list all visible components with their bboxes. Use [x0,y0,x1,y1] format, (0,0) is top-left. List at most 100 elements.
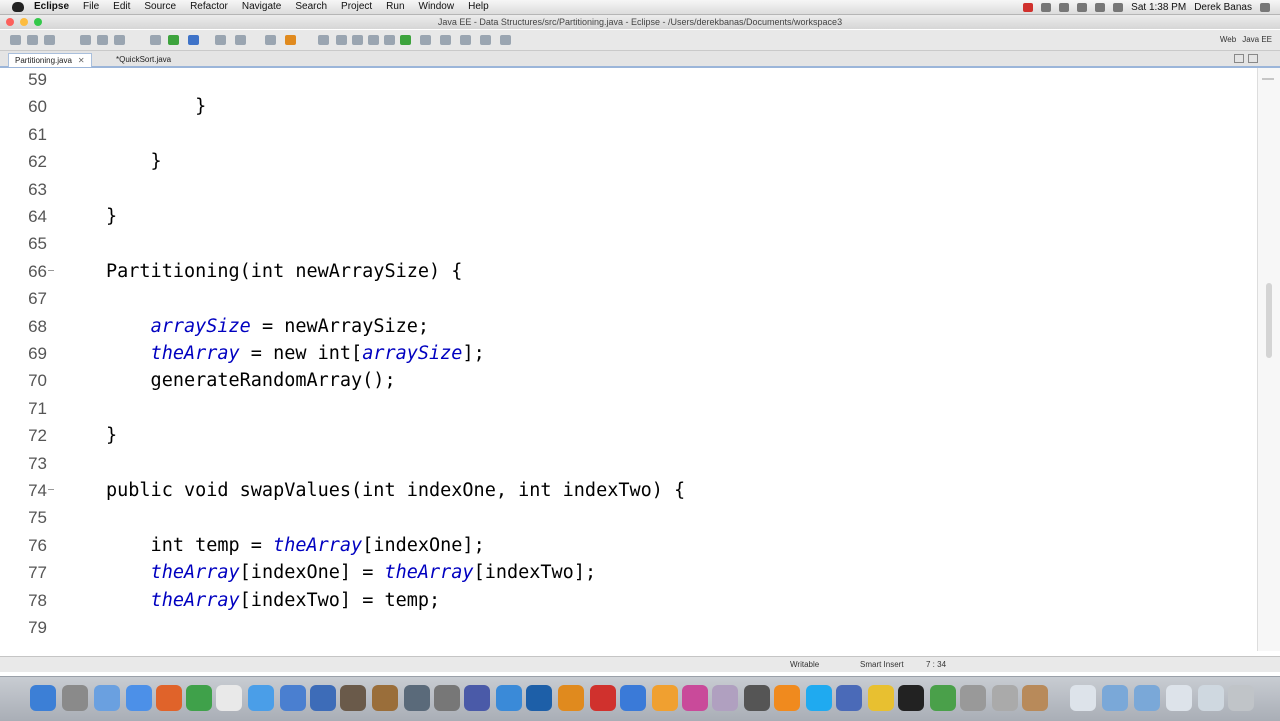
app-icon[interactable] [682,685,708,711]
new-class-icon[interactable] [215,35,226,45]
external-tools-icon[interactable] [188,35,199,45]
tab-quicksort[interactable]: *QuickSort.java [110,53,177,66]
code-line[interactable]: 78 theArray[indexTwo] = temp; [0,587,1240,614]
search-icon[interactable] [318,35,329,45]
menu-help[interactable]: Help [468,0,489,14]
app-icon[interactable] [94,685,120,711]
code-text[interactable]: Partitioning(int newArraySize) { [106,258,462,285]
menu-app-name[interactable]: Eclipse [34,0,69,14]
code-line[interactable]: 76 int temp = theArray[indexOne]; [0,532,1240,559]
code-line[interactable]: 77 theArray[indexOne] = theArray[indexTw… [0,559,1240,586]
overview-marker[interactable] [1262,78,1274,80]
app-icon[interactable] [744,685,770,711]
toolbar-icon[interactable] [384,35,395,45]
vertical-scrollbar-thumb[interactable] [1266,283,1272,358]
eclipse-icon[interactable] [464,685,490,711]
code-line[interactable]: 62 } [0,148,1240,175]
app-store-icon[interactable] [280,685,306,711]
app-icon[interactable] [620,685,646,711]
folder-icon[interactable] [1134,685,1160,711]
toolbar-icon[interactable] [97,35,108,45]
safari-icon[interactable] [126,685,152,711]
code-line[interactable]: 67 [0,285,1240,312]
code-text[interactable]: generateRandomArray(); [106,367,396,394]
record-icon[interactable] [1023,2,1034,12]
code-text[interactable]: public void swapValues(int indexOne, int… [106,477,685,504]
code-text[interactable]: int temp = theArray[indexOne]; [106,532,485,559]
toolbar-icon[interactable] [368,35,379,45]
tray-app-icon[interactable] [1041,2,1052,12]
app-icon[interactable] [836,685,862,711]
menu-file[interactable]: File [83,0,99,14]
toolbar-icon[interactable] [265,35,276,45]
code-line[interactable]: 65 [0,230,1240,257]
code-text[interactable]: theArray[indexTwo] = temp; [106,587,441,614]
minimize-editor-button[interactable] [1234,54,1244,63]
app-icon[interactable] [434,685,460,711]
app-icon[interactable] [310,685,336,711]
new-icon[interactable] [10,35,21,45]
menu-navigate[interactable]: Navigate [242,0,281,14]
toolbar-icon[interactable] [420,35,431,45]
debug-icon[interactable] [150,35,161,45]
code-text[interactable]: theArray[indexOne] = theArray[indexTwo]; [106,559,597,586]
volume-icon[interactable] [1095,2,1106,12]
chrome-icon[interactable] [186,685,212,711]
documents-icon[interactable] [1070,685,1096,711]
fold-marker-icon[interactable] [48,269,54,271]
menu-source[interactable]: Source [144,0,176,14]
run-icon[interactable] [168,35,179,45]
app-icon[interactable] [496,685,522,711]
code-line[interactable]: 68 arraySize = newArraySize; [0,313,1240,340]
app-icon[interactable] [404,685,430,711]
zoom-window-button[interactable] [34,18,42,26]
code-line[interactable]: 75 [0,504,1240,531]
code-line[interactable]: 74 public void swapValues(int indexOne, i… [0,477,1240,504]
app-icon[interactable] [868,685,894,711]
app-icon[interactable] [930,685,956,711]
toolbar-icon[interactable] [352,35,363,45]
overview-ruler[interactable] [1257,68,1280,651]
forward-icon[interactable] [500,35,511,45]
save-icon[interactable] [44,35,55,45]
code-line[interactable]: 73 [0,450,1240,477]
illustrator-icon[interactable] [558,685,584,711]
toolbar-icon[interactable] [440,35,451,45]
toolbar-icon[interactable] [114,35,125,45]
close-window-button[interactable] [6,18,14,26]
finder-icon[interactable] [30,685,56,711]
menu-refactor[interactable]: Refactor [190,0,228,14]
code-line[interactable]: 70 generateRandomArray(); [0,367,1240,394]
app-icon[interactable] [1198,685,1224,711]
menu-edit[interactable]: Edit [113,0,130,14]
app-icon[interactable] [652,685,678,711]
code-text[interactable]: } [106,148,162,175]
app-icon[interactable] [340,685,366,711]
code-line[interactable]: 61 [0,121,1240,148]
maximize-editor-button[interactable] [1248,54,1258,63]
code-text[interactable]: theArray = new int[arraySize]; [106,340,485,367]
app-icon[interactable] [960,685,986,711]
print-icon[interactable] [80,35,91,45]
code-text[interactable]: } [106,93,206,120]
menu-run[interactable]: Run [386,0,404,14]
minimize-window-button[interactable] [20,18,28,26]
toolbar-icon[interactable] [285,35,296,45]
app-icon[interactable] [372,685,398,711]
app-icon[interactable] [712,685,738,711]
tab-partitioning[interactable]: Partitioning.java ✕ [8,53,92,67]
toolbar-icon[interactable] [235,35,246,45]
code-text[interactable]: } [106,203,117,230]
menu-window[interactable]: Window [419,0,455,14]
code-editor[interactable]: 59 60 } 61 62 } 63 64} 65 66 Partitioning(int ne… [0,68,1258,651]
battery-icon[interactable] [1113,2,1124,12]
menu-project[interactable]: Project [341,0,372,14]
downloads-icon[interactable] [1166,685,1192,711]
skype-icon[interactable] [806,685,832,711]
open-icon[interactable] [27,35,38,45]
folder-icon[interactable] [1102,685,1128,711]
close-icon[interactable]: ✕ [78,56,85,65]
code-line[interactable]: 60 } [0,93,1240,120]
toolbar-icon[interactable] [336,35,347,45]
code-text[interactable]: arraySize = newArraySize; [106,313,429,340]
